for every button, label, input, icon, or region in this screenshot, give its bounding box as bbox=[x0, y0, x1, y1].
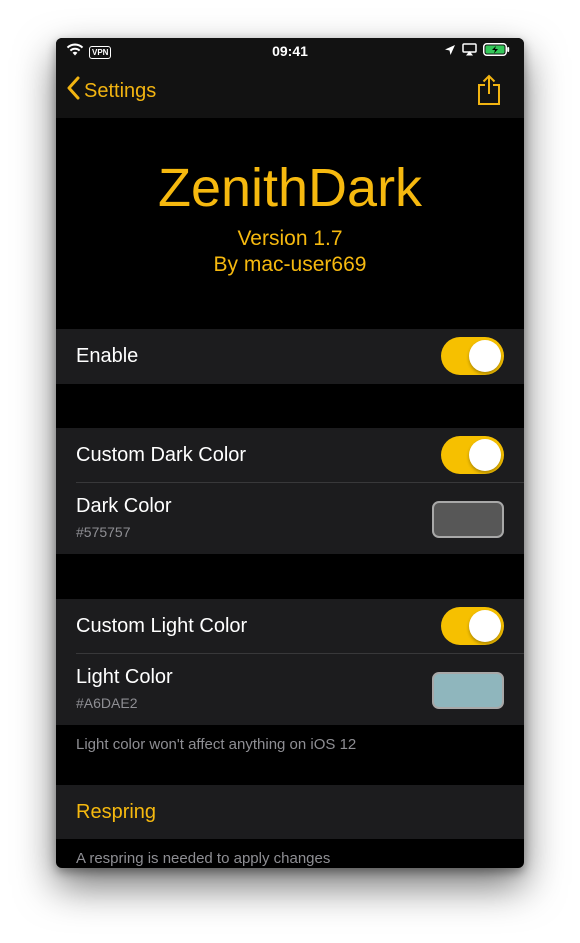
respring-footer: A respring is needed to apply changes bbox=[76, 850, 331, 867]
share-icon bbox=[476, 74, 502, 110]
custom-dark-color-label: Custom Dark Color bbox=[76, 444, 247, 466]
custom-light-color-cell: Custom Light Color bbox=[56, 599, 524, 653]
battery-charging-icon bbox=[483, 43, 510, 61]
app-version: Version 1.7 bbox=[237, 227, 343, 250]
light-color-label: Light Color bbox=[76, 666, 173, 688]
light-color-swatch[interactable] bbox=[432, 672, 504, 709]
respring-cell[interactable]: Respring bbox=[56, 785, 524, 839]
cell-separator bbox=[76, 482, 524, 483]
airplay-icon bbox=[462, 43, 477, 61]
phone-screen: VPN 09:41 Settings ZenithDark Version 1.… bbox=[56, 38, 524, 868]
light-color-footer: Light color won't affect anything on iOS… bbox=[76, 736, 357, 753]
chevron-left-icon bbox=[66, 76, 80, 106]
dark-color-hex: #575757 bbox=[76, 524, 131, 540]
toggle-knob bbox=[469, 340, 501, 372]
navigation-bar: Settings bbox=[56, 64, 524, 118]
toggle-knob bbox=[469, 439, 501, 471]
dark-color-swatch[interactable] bbox=[432, 501, 504, 538]
custom-dark-color-toggle[interactable] bbox=[441, 436, 504, 474]
respring-button[interactable]: Respring bbox=[76, 801, 156, 824]
custom-light-color-label: Custom Light Color bbox=[76, 615, 248, 637]
share-button[interactable] bbox=[476, 74, 502, 111]
location-arrow-icon bbox=[444, 43, 456, 61]
tweak-header: ZenithDark Version 1.7 By mac-user669 bbox=[56, 118, 524, 328]
toggle-knob bbox=[469, 610, 501, 642]
enable-label: Enable bbox=[76, 345, 139, 367]
light-color-hex: #A6DAE2 bbox=[76, 695, 138, 711]
status-right bbox=[444, 43, 510, 61]
app-author: By mac-user669 bbox=[213, 253, 367, 276]
app-title: ZenithDark bbox=[157, 158, 423, 218]
status-bar: VPN 09:41 bbox=[56, 38, 524, 64]
cell-separator bbox=[76, 653, 524, 654]
back-button-label: Settings bbox=[84, 79, 157, 102]
back-button[interactable]: Settings bbox=[66, 76, 156, 106]
enable-cell: Enable bbox=[56, 329, 524, 384]
dark-color-cell[interactable]: Dark Color #575757 bbox=[56, 482, 524, 554]
light-color-cell[interactable]: Light Color #A6DAE2 bbox=[56, 653, 524, 725]
dark-color-label: Dark Color bbox=[76, 495, 172, 517]
enable-toggle[interactable] bbox=[441, 337, 504, 375]
custom-dark-color-cell: Custom Dark Color bbox=[56, 428, 524, 482]
custom-light-color-toggle[interactable] bbox=[441, 607, 504, 645]
